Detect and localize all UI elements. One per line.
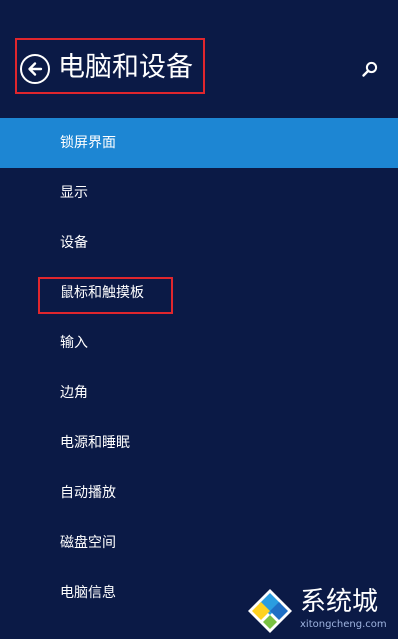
settings-menu: 锁屏界面 显示 设备 鼠标和触摸板 输入 边角 电源和睡眠 自动播放 磁盘空间 …	[0, 118, 398, 618]
menu-item-corners[interactable]: 边角	[0, 368, 398, 418]
search-button[interactable]	[361, 60, 379, 78]
menu-item-label: 磁盘空间	[60, 535, 116, 551]
search-icon	[362, 61, 378, 77]
menu-item-display[interactable]: 显示	[0, 168, 398, 218]
menu-item-label: 设备	[60, 235, 88, 251]
menu-item-label: 边角	[60, 385, 88, 401]
menu-item-label: 电源和睡眠	[60, 435, 130, 451]
title-annotation-box	[15, 38, 205, 94]
menu-item-label: 自动播放	[60, 485, 116, 501]
menu-item-typing[interactable]: 输入	[0, 318, 398, 368]
watermark-text: 系统城	[300, 587, 379, 617]
menu-item-label: 显示	[60, 185, 88, 201]
mouse-touchpad-annotation-box	[38, 277, 173, 314]
menu-item-autoplay[interactable]: 自动播放	[0, 468, 398, 518]
menu-item-label: 输入	[60, 335, 88, 351]
watermark-subtext: xitongcheng.com	[300, 619, 387, 630]
menu-item-lock-screen[interactable]: 锁屏界面	[0, 118, 398, 168]
menu-item-power-and-sleep[interactable]: 电源和睡眠	[0, 418, 398, 468]
header: 电脑和设备	[0, 0, 398, 118]
menu-item-label: 锁屏界面	[60, 135, 116, 151]
menu-item-disk-space[interactable]: 磁盘空间	[0, 518, 398, 568]
menu-item-label: 电脑信息	[60, 585, 116, 601]
watermark: 系统城 xitongcheng.com	[242, 583, 398, 639]
watermark-logo-icon	[248, 589, 292, 633]
menu-item-devices[interactable]: 设备	[0, 218, 398, 268]
